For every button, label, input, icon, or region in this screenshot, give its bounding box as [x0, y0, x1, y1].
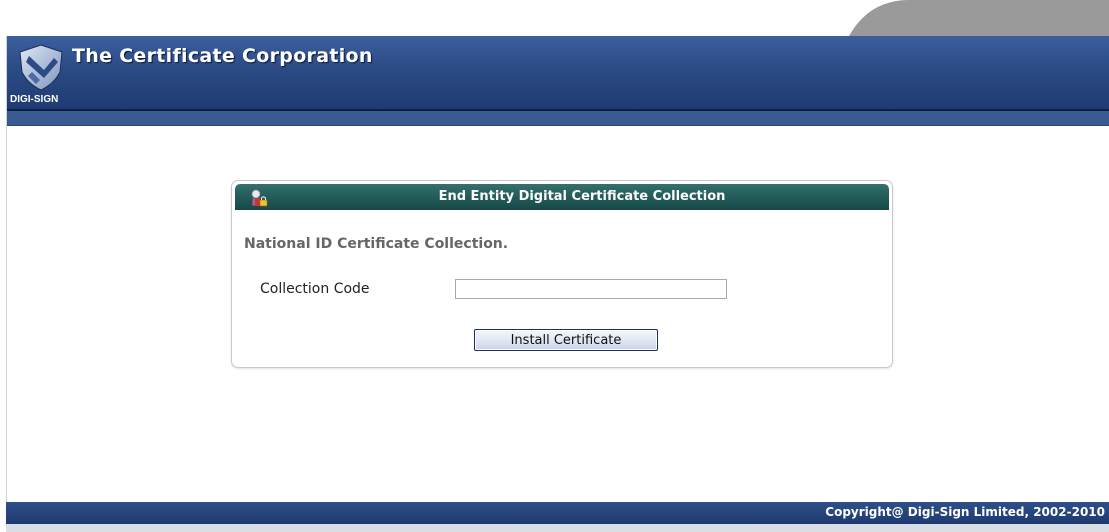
footer-edge: [6, 524, 1109, 532]
left-border: [6, 36, 7, 510]
brand-label: DIGI-SIGN: [10, 94, 59, 105]
panel-title: End Entity Digital Certificate Collectio…: [438, 189, 726, 204]
company-name: The Certificate Corporation: [72, 45, 373, 67]
header-subbar: [6, 111, 1109, 126]
panel-title-bar: End Entity Digital Certificate Collectio…: [235, 184, 889, 210]
collection-code-input[interactable]: [455, 279, 727, 299]
top-tab-decoration: [849, 0, 1109, 36]
collection-code-label: Collection Code: [260, 281, 370, 297]
site-footer: Copyright@ Digi-Sign Limited, 2002-2010: [6, 502, 1109, 524]
section-heading: National ID Certificate Collection.: [244, 236, 509, 252]
certificate-collection-panel: End Entity Digital Certificate Collectio…: [231, 180, 893, 368]
page: The Certificate Corporation DIGI-SIGN En…: [0, 0, 1109, 532]
digi-sign-logo-icon: [19, 44, 63, 91]
install-certificate-button[interactable]: Install Certificate: [474, 329, 658, 351]
site-header: The Certificate Corporation DIGI-SIGN: [6, 36, 1109, 111]
copyright-text: Copyright@ Digi-Sign Limited, 2002-2010: [825, 505, 1105, 519]
